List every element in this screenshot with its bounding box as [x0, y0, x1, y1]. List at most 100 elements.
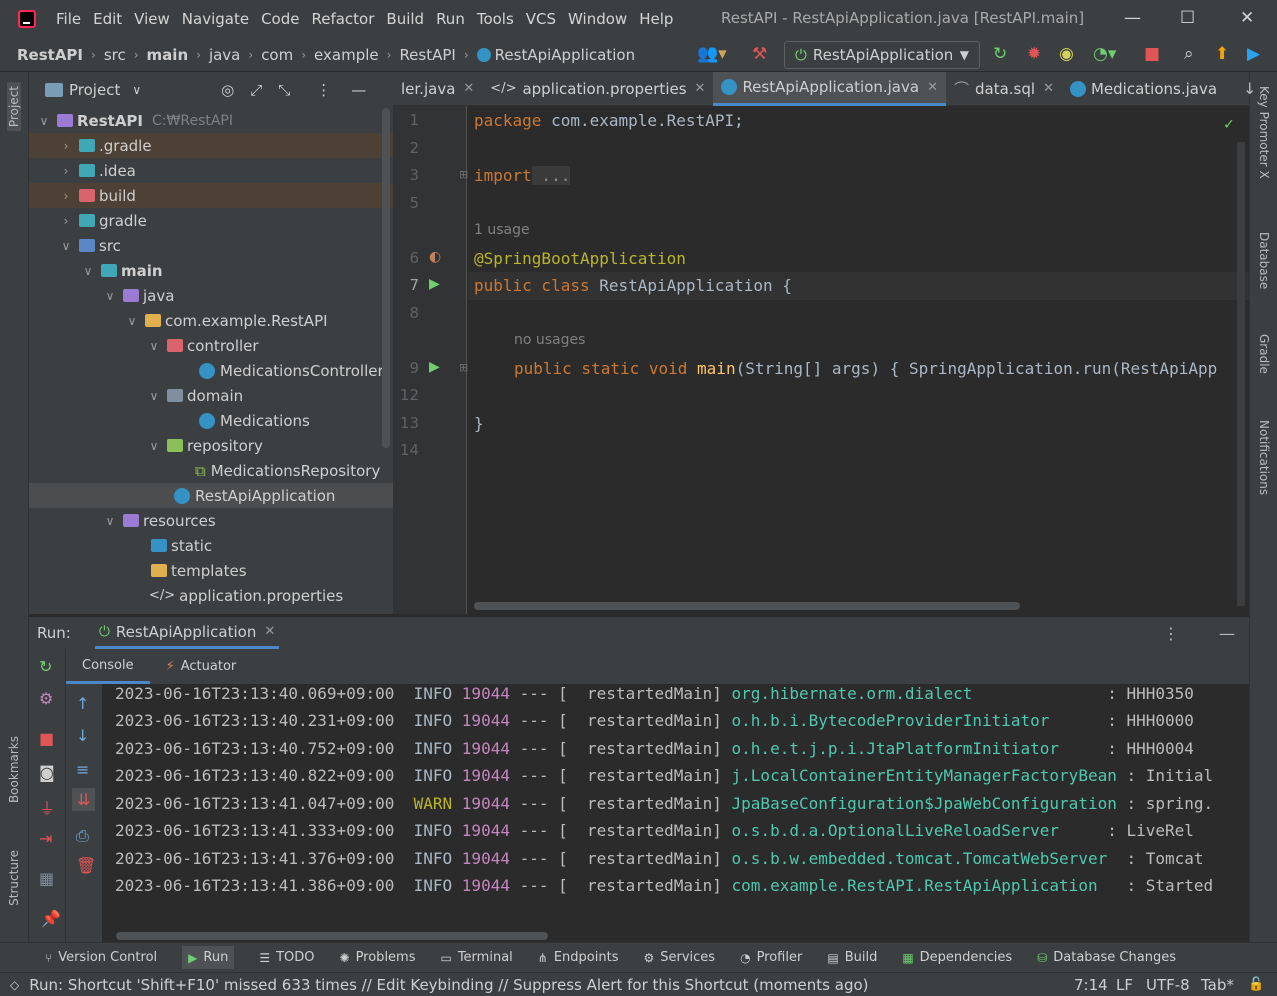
log-logger[interactable]: JpaBaseConfiguration$JpaWebConfiguration [732, 794, 1117, 813]
tab-todo[interactable]: ☰ TODO [259, 950, 314, 965]
tree-item-domain[interactable]: ∨ domain [29, 383, 393, 408]
hide-panel-icon[interactable]: — [1219, 624, 1235, 643]
breadcrumb-project[interactable]: RestAPI [17, 46, 83, 64]
tab-rest-api-application[interactable]: RestApiApplication.java ✕ [713, 71, 946, 106]
database-tool-tab[interactable]: Database [1257, 232, 1271, 289]
build-hammer-icon[interactable]: ⚒ [752, 44, 767, 64]
close-icon[interactable]: ✕ [264, 624, 275, 639]
settings-icon[interactable]: ⚙ [39, 689, 53, 708]
tree-item-idea[interactable]: › .idea [29, 158, 393, 183]
tab-database-changes[interactable]: ⛁ Database Changes [1037, 950, 1176, 965]
fold-icon[interactable]: ⊞ [459, 361, 468, 374]
menu-code[interactable]: Code [261, 10, 299, 28]
pin-icon[interactable]: 📌 [41, 909, 61, 928]
fold-icon[interactable]: ⊞ [459, 168, 468, 181]
menu-navigate[interactable]: Navigate [182, 10, 249, 28]
line-separator[interactable]: LF [1116, 976, 1133, 994]
tree-item-templates[interactable]: templates [29, 558, 393, 583]
intellij-logo[interactable] [18, 10, 36, 28]
tab-controller-java[interactable]: ler.java ✕ [393, 72, 482, 106]
editor-horizontal-scrollbar[interactable] [474, 602, 1020, 610]
tree-item-controller[interactable]: ∨ controller [29, 333, 393, 358]
menu-file[interactable]: File [56, 10, 81, 28]
rerun-icon[interactable]: ↻ [993, 44, 1007, 64]
log-logger[interactable]: o.s.b.d.a.OptionalLiveReloadServer [732, 821, 1060, 840]
menu-edit[interactable]: Edit [93, 10, 122, 28]
project-panel-title[interactable]: Project [69, 81, 120, 99]
options-menu-icon[interactable]: ⋮ [316, 81, 331, 99]
key-promoter-tool-tab[interactable]: Key Promoter X [1257, 86, 1271, 179]
gradle-tool-tab[interactable]: Gradle [1257, 334, 1271, 374]
tree-item-medications-controller[interactable]: MedicationsController [29, 358, 393, 383]
tree-item-package[interactable]: ∨ com.example.RestAPI [29, 308, 393, 333]
tree-item-resources[interactable]: ∨ resources [29, 508, 393, 533]
console-horizontal-scrollbar[interactable] [116, 932, 548, 940]
expand-all-icon[interactable]: ⤢ [250, 81, 262, 99]
usage-hint[interactable]: 1 usage [474, 222, 530, 238]
menu-refactor[interactable]: Refactor [311, 10, 374, 28]
print-icon[interactable]: ⎙ [76, 826, 89, 846]
run-tab[interactable]: ⏻ RestApiApplication ✕ [94, 617, 280, 649]
project-tool-tab[interactable]: Project [7, 82, 21, 132]
camera-icon[interactable]: ◙ [39, 763, 55, 782]
menu-view[interactable]: View [134, 10, 170, 28]
tree-item-rest-api-application[interactable]: RestApiApplication [29, 483, 393, 508]
breadcrumb-restapi[interactable]: RestAPI [399, 46, 455, 64]
tab-application-properties[interactable]: </> application.properties ✕ [482, 72, 713, 106]
tab-version-control[interactable]: ⑂ Version Control [45, 950, 157, 965]
tree-item-static[interactable]: static [29, 533, 393, 558]
spring-bean-icon[interactable]: ◐ [429, 249, 441, 265]
close-window-button[interactable]: ✕ [1240, 8, 1254, 28]
log-logger[interactable]: o.s.b.w.embedded.tomcat.TomcatWebServer [732, 849, 1108, 868]
lock-icon[interactable]: 🔓 [1248, 977, 1264, 992]
tab-services[interactable]: ⚙ Services [643, 950, 715, 965]
layout-icon[interactable]: ▦ [39, 869, 54, 888]
folded-imports[interactable]: ... [531, 166, 571, 185]
arrow-down-icon[interactable]: ↓ [76, 726, 89, 745]
toggle-tool-windows-icon[interactable]: ◇ [10, 978, 19, 992]
breadcrumb-example[interactable]: example [314, 46, 379, 64]
tree-item-application-properties[interactable]: </> application.properties [29, 583, 393, 608]
indent-setting[interactable]: Tab* [1201, 976, 1234, 994]
tree-item-build[interactable]: › build [29, 183, 393, 208]
status-message[interactable]: Run: Shortcut 'Shift+F10' missed 633 tim… [29, 976, 868, 994]
close-icon[interactable]: ✕ [1043, 81, 1054, 96]
tab-endpoints[interactable]: ⋔ Endpoints [538, 950, 619, 965]
code-editor[interactable]: package com.example.RestAPI; import ... … [468, 106, 1249, 614]
tab-run[interactable]: ▶ Run [182, 946, 235, 969]
tab-problems[interactable]: ✺ Problems [340, 950, 416, 965]
rerun-icon[interactable]: ↻ [39, 657, 52, 676]
run-gutter-icon[interactable]: ▶ [429, 276, 440, 292]
chevron-down-icon[interactable]: ∨ [132, 83, 141, 97]
close-icon[interactable]: ✕ [463, 81, 474, 96]
project-scrollbar[interactable] [382, 108, 390, 448]
breadcrumb-java[interactable]: java [209, 46, 240, 64]
log-logger[interactable]: com.example.RestAPI.RestApiApplication [732, 876, 1098, 895]
tree-item-main[interactable]: ∨ main [29, 258, 393, 283]
tab-dependencies[interactable]: ▦ Dependencies [902, 950, 1012, 965]
breadcrumb-src[interactable]: src [104, 46, 126, 64]
maximize-button[interactable]: ☐ [1180, 8, 1195, 28]
hide-panel-icon[interactable]: — [351, 81, 366, 99]
tab-actuator[interactable]: ⚡ Actuator [150, 649, 253, 684]
caret-position[interactable]: 7:14 [1074, 976, 1108, 994]
tree-item-restapi[interactable]: ∨ RestAPI C:₩RestAPI [29, 108, 393, 133]
locate-file-icon[interactable]: ◎ [221, 81, 234, 99]
tab-data-sql[interactable]: ⌒ data.sql ✕ [946, 72, 1062, 106]
menu-run[interactable]: Run [436, 10, 465, 28]
tree-item-repository[interactable]: ∨ repository [29, 433, 393, 458]
scroll-to-end-icon[interactable]: ⇊ [72, 788, 96, 811]
tree-item-src[interactable]: ∨ src [29, 233, 393, 258]
notifications-tool-tab[interactable]: Notifications [1257, 420, 1271, 495]
menu-tools[interactable]: Tools [477, 10, 514, 28]
console-output[interactable]: 2023-06-16T23:13:40.069+09:00 INFO 19044… [102, 684, 1249, 942]
run-gutter-icon[interactable]: ▶ [429, 359, 440, 375]
tab-terminal[interactable]: ▭ Terminal [440, 950, 512, 965]
editor-vertical-scrollbar[interactable] [1237, 142, 1245, 606]
log-logger[interactable]: org.hibernate.orm.dialect [732, 684, 973, 703]
menu-vcs[interactable]: VCS [526, 10, 556, 28]
bookmarks-tool-tab[interactable]: Bookmarks [7, 736, 21, 803]
debug-icon[interactable]: ✹ [1027, 44, 1041, 64]
profiler-icon[interactable]: ◔▾ [1093, 44, 1116, 64]
structure-tool-tab[interactable]: Structure [7, 850, 21, 906]
